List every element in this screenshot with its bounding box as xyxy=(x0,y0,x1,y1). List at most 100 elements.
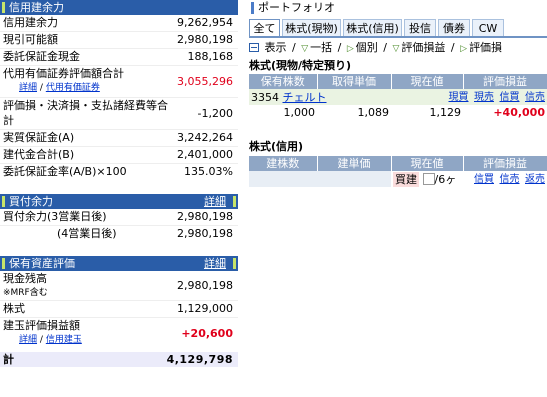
portfolio-header: ポートフォリオ xyxy=(249,0,547,16)
total-value: 4,129,798 xyxy=(166,353,233,366)
collateral-securities-link[interactable]: 代用有価証券 xyxy=(46,83,100,93)
quantity-cell: 1,000 xyxy=(249,105,317,120)
portfolio-title: ポートフォリオ xyxy=(258,1,335,14)
credit-capacity-title: 信用建余力 xyxy=(9,1,64,14)
table-row: 買建 /6ヶ 信買 信売 返売 xyxy=(249,171,547,187)
separator: / xyxy=(39,83,43,93)
table-header-row: 建株数 建単価 現在値 評価損益 xyxy=(249,156,547,171)
row-value: 9,262,954 xyxy=(177,16,233,29)
type-cell: 買建 /6ヶ xyxy=(391,171,463,187)
account-summary-panel: 信用建余力 信用建余力 9,262,954 現引可能額 2,980,198 委託… xyxy=(0,0,238,367)
tab-all[interactable]: 全て xyxy=(249,19,280,37)
column-header: 評価損益 xyxy=(463,74,547,89)
pl-sort-option-2[interactable]: 評価損 xyxy=(469,41,502,54)
table-row: 1,000 1,089 1,129 +40,000 xyxy=(249,105,547,120)
row-value: 135.03% xyxy=(184,165,233,178)
pl-sort-option[interactable]: 評価損益 xyxy=(401,41,445,54)
margin-sell-link[interactable]: 信売 xyxy=(525,92,545,103)
row-value: 2,980,198 xyxy=(177,279,233,292)
withdrawable-row: 現引可能額 2,980,198 xyxy=(0,32,238,49)
table-row: 3354 チェルト 現買 現売 信買 信売 xyxy=(249,89,547,105)
credit-capacity-header: 信用建余力 xyxy=(0,0,238,15)
margin-stock-title: 株式(信用) xyxy=(249,140,304,153)
tab-underline xyxy=(249,36,547,38)
display-options: 表示 / ▽ 一括 / ▷ 個別 / ▽ 評価損益 / ▷ 評価損 xyxy=(249,40,547,56)
row-label: 信用建余力 xyxy=(3,16,58,29)
row-label: 株式 xyxy=(3,302,25,315)
cash-stock-title: 株式(現物/特定預り) xyxy=(249,59,352,72)
margin-sell-link[interactable]: 信売 xyxy=(500,174,520,185)
tab-funds[interactable]: 投信 xyxy=(404,19,436,37)
cash-balance-row: 現金残高 ※MRF含む 2,980,198 xyxy=(0,271,238,301)
triangle-down-icon: ▽ xyxy=(301,44,309,54)
quantity-input[interactable] xyxy=(422,172,435,185)
row-value: 1,129,000 xyxy=(177,302,233,315)
row-value: 2,401,000 xyxy=(177,148,233,161)
empty-cell xyxy=(249,171,317,187)
buying-power-4day-row: (4営業日後) 2,980,198 xyxy=(0,226,238,242)
actual-margin-row: 実質保証金(A) 3,242,264 xyxy=(0,130,238,147)
position-pl-detail-link[interactable]: 詳細 xyxy=(19,335,37,345)
column-header: 保有株数 xyxy=(249,74,318,89)
row-label: 買付余力(3営業日後) xyxy=(3,210,107,223)
column-header: 現在値 xyxy=(391,156,464,171)
margin-cash-row: 委託保証金現金 188,168 xyxy=(0,49,238,66)
section-marker-icon xyxy=(233,196,236,207)
triangle-right-icon: ▷ xyxy=(346,44,354,54)
stock-name-link[interactable]: チェルト xyxy=(283,91,327,104)
margin-positions-link[interactable]: 信用建玉 xyxy=(46,335,82,345)
collateral-detail-link[interactable]: 詳細 xyxy=(19,83,37,93)
column-header: 現在値 xyxy=(391,74,464,89)
asset-valuation-detail-link[interactable]: 詳細 xyxy=(204,256,226,271)
buying-power-3day-row: 買付余力(3営業日後) 2,980,198 xyxy=(0,209,238,226)
total-label: 計 xyxy=(3,353,14,366)
quantity-unit: /6ヶ xyxy=(434,172,457,186)
tab-bonds[interactable]: 債券 xyxy=(438,19,470,37)
loss-row: 評価損・決済損・支払諸経費等合計 -1,200 xyxy=(0,98,238,130)
position-type-badge: 買建 xyxy=(393,171,419,187)
asset-valuation-header: 保有資産評価 詳細 xyxy=(0,256,238,271)
row-label: 代用有価証券評価額合計 xyxy=(3,67,124,80)
column-header: 建単価 xyxy=(317,156,392,171)
section-marker-icon xyxy=(2,2,5,13)
triangle-down-icon: ▽ xyxy=(392,44,400,54)
separator: / xyxy=(39,335,43,345)
margin-buy-link[interactable]: 信買 xyxy=(500,92,520,103)
tab-cw[interactable]: CW xyxy=(472,19,504,37)
pl-cell: +40,000 xyxy=(463,105,547,120)
separator: / xyxy=(292,41,296,54)
display-toggle-icon[interactable] xyxy=(249,43,259,52)
row-label: 現引可能額 xyxy=(3,33,58,46)
section-marker-icon xyxy=(233,258,236,269)
tab-stock-cash[interactable]: 株式(現物) xyxy=(282,19,341,37)
row-label: 実質保証金(A) xyxy=(3,131,75,144)
row-value: 3,055,296 xyxy=(177,75,233,88)
tab-stock-margin[interactable]: 株式(信用) xyxy=(343,19,402,37)
margin-rate-row: 委託保証金率(A/B)×100 135.03% xyxy=(0,164,238,180)
buying-power-detail-link[interactable]: 詳細 xyxy=(204,194,226,209)
row-value: -1,200 xyxy=(197,107,233,120)
action-links: 信買 信売 返売 xyxy=(463,171,547,187)
row-label: 現金残高 xyxy=(3,272,47,285)
column-header: 評価損益 xyxy=(463,156,547,171)
credit-capacity-row: 信用建余力 9,262,954 xyxy=(0,15,238,32)
price-cell: 1,129 xyxy=(391,105,463,120)
column-header: 取得単価 xyxy=(317,74,392,89)
row-label: 委託保証金現金 xyxy=(3,50,80,63)
column-header: 建株数 xyxy=(249,156,318,171)
cash-sell-link[interactable]: 現売 xyxy=(474,92,494,103)
row-value: 3,242,264 xyxy=(177,131,233,144)
action-links: 現買 現売 信買 信売 xyxy=(391,89,547,105)
stock-name-cell: 3354 チェルト xyxy=(249,89,391,105)
cash-buy-link[interactable]: 現買 xyxy=(449,92,469,103)
bulk-option[interactable]: 一括 xyxy=(310,41,332,54)
row-value: 2,980,198 xyxy=(177,227,233,240)
buying-power-header: 買付余力 詳細 xyxy=(0,194,238,209)
portfolio-panel: ポートフォリオ 全て 株式(現物) 株式(信用) 投信 債券 CW 表示 / ▽… xyxy=(249,0,547,187)
buying-power-title: 買付余力 xyxy=(9,195,53,208)
close-sell-link[interactable]: 返売 xyxy=(525,174,545,185)
row-value: 2,980,198 xyxy=(177,210,233,223)
separator: / xyxy=(450,41,455,54)
individual-option[interactable]: 個別 xyxy=(356,41,378,54)
margin-buy-link[interactable]: 信買 xyxy=(474,174,494,185)
